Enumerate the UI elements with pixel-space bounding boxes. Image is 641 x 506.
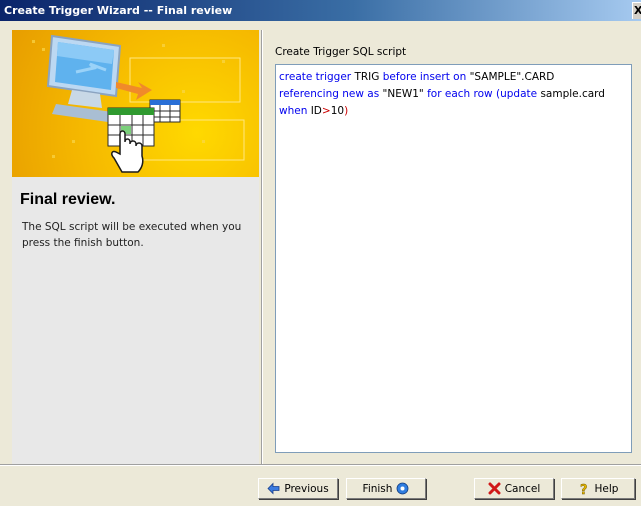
close-icon: X (634, 4, 641, 17)
arrow-left-icon (267, 482, 280, 495)
question-mark-icon: ? (579, 483, 588, 495)
window-titlebar[interactable]: Create Trigger Wizard -- Final review X (0, 0, 641, 21)
sql-line: create trigger TRIG before insert on "SA… (279, 69, 628, 86)
sql-token: before insert on (382, 71, 470, 83)
finish-circle-icon (397, 482, 409, 495)
step-description: The SQL script will be executed when you… (22, 221, 242, 249)
monitor-table-illustration (32, 34, 245, 173)
cancel-x-icon (488, 482, 501, 495)
window-title: Create Trigger Wizard -- Final review (4, 4, 233, 17)
sql-token: when (279, 105, 311, 117)
button-bar-divider (0, 464, 641, 466)
sql-line: when ID>10) (279, 103, 628, 120)
sql-token: ) (344, 105, 349, 117)
cancel-button[interactable]: Cancel (474, 478, 554, 499)
wizard-banner-image (12, 30, 259, 177)
sql-token: for each row (427, 88, 496, 100)
sql-token: referencing new as (279, 88, 383, 100)
sql-token: 10 (330, 105, 345, 117)
svg-text:?: ? (580, 483, 588, 495)
sql-script-editor[interactable]: create trigger TRIG before insert on "SA… (275, 64, 632, 453)
sql-token: TRIG (354, 71, 383, 83)
sql-token: update (500, 88, 541, 100)
sql-token: sample.card (540, 88, 605, 100)
wizard-side-panel: Final review. The SQL script will be exe… (12, 30, 259, 464)
close-button[interactable]: X (632, 2, 641, 19)
finish-label: Finish (362, 482, 393, 495)
finish-button[interactable]: Finish (346, 478, 426, 499)
sql-token: create trigger (279, 71, 355, 83)
sql-token: > (321, 105, 331, 117)
help-label: Help (594, 482, 619, 495)
previous-button[interactable]: Previous (258, 478, 338, 499)
sql-token: "NEW1" (382, 88, 428, 100)
sql-token: "SAMPLE".CARD (469, 71, 555, 83)
previous-label: Previous (284, 482, 329, 495)
panel-divider (261, 30, 263, 464)
sql-token: ID (310, 105, 322, 117)
sql-script-caption: Create Trigger SQL script (275, 46, 407, 58)
cancel-label: Cancel (504, 482, 541, 495)
step-heading: Final review. (20, 191, 116, 208)
help-button[interactable]: ? Help (561, 478, 635, 499)
sql-line: referencing new as "NEW1" for each row (… (279, 86, 628, 103)
